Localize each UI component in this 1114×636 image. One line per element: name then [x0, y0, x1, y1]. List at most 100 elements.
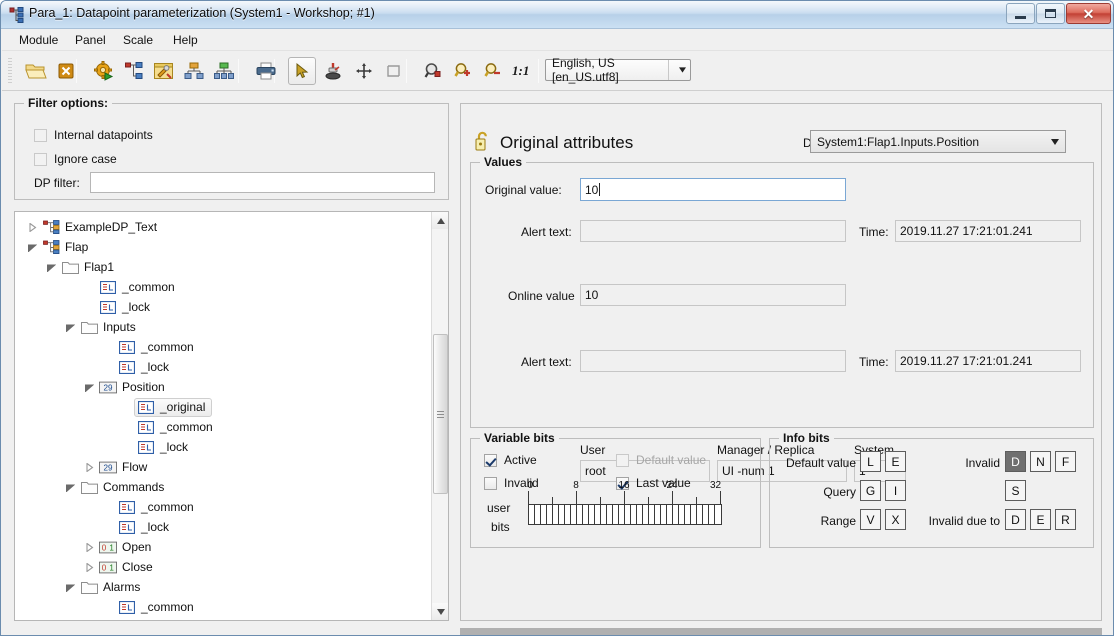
invalid-checkbox[interactable]: [484, 476, 497, 490]
crop-tool-button[interactable]: [380, 57, 408, 85]
tree-item-content[interactable]: 29 Flow: [96, 458, 154, 477]
tree-twisty-expanded-icon[interactable]: [63, 319, 77, 335]
tree-twisty-collapsed-icon[interactable]: [82, 459, 96, 475]
tree-item[interactable]: 29 Position: [82, 377, 172, 397]
internal-datapoints-checkbox-row[interactable]: Internal datapoints: [34, 128, 153, 142]
tree-item[interactable]: _common: [101, 337, 201, 357]
info-bit-due-R[interactable]: R: [1055, 509, 1076, 530]
select-tool-button[interactable]: [288, 57, 316, 85]
tree-twisty-expanded-icon[interactable]: [63, 579, 77, 595]
pan-tool-button[interactable]: [350, 57, 378, 85]
tree-twisty-expanded-icon[interactable]: [44, 259, 58, 275]
info-bit-invalid-D[interactable]: D: [1005, 451, 1026, 472]
tree-item[interactable]: Inputs: [63, 317, 143, 337]
tree-item[interactable]: _original: [120, 397, 213, 417]
ignore-case-checkbox-row[interactable]: Ignore case: [34, 152, 117, 166]
tree-item-content[interactable]: Commands: [77, 478, 171, 497]
tree-item[interactable]: _lock: [120, 437, 195, 457]
tree-item-content[interactable]: ExampleDP_Text: [39, 218, 164, 237]
tree-item[interactable]: _common: [101, 497, 201, 517]
tree-item-content[interactable]: Flap: [39, 238, 95, 257]
tree-twisty-collapsed-icon[interactable]: [82, 559, 96, 575]
default-value-checkbox-row[interactable]: Default value: [616, 453, 706, 467]
datapoint-tree[interactable]: ExampleDP_Text Flap Flap1 _common _lock …: [14, 211, 449, 621]
tree-item[interactable]: _lock: [101, 357, 176, 377]
menu-module[interactable]: Module: [12, 32, 65, 48]
tree-item[interactable]: _lock: [82, 297, 157, 317]
run-settings-button[interactable]: [90, 57, 118, 85]
dp-filter-input[interactable]: [90, 172, 435, 193]
online-alert-input[interactable]: [580, 350, 846, 372]
language-combo[interactable]: English, US [en_US.utf8]: [545, 56, 691, 84]
tree-item[interactable]: _common: [82, 277, 182, 297]
open-button[interactable]: [22, 57, 50, 85]
dp-type-button[interactable]: [180, 57, 208, 85]
tree-item[interactable]: Alarms: [63, 577, 147, 597]
zoom-in-button[interactable]: [449, 57, 477, 85]
info-bit-due-E[interactable]: E: [1030, 509, 1051, 530]
dpe-combo[interactable]: System1:Flap1.Inputs.Position: [810, 130, 1066, 153]
tree-item[interactable]: 0 1 Close: [82, 557, 160, 577]
info-bit-G[interactable]: G: [860, 480, 881, 501]
tree-item-content[interactable]: _common: [115, 338, 201, 357]
info-bit-invalid-N[interactable]: N: [1030, 451, 1051, 472]
minimize-button[interactable]: [1006, 3, 1035, 24]
tree-item-content[interactable]: 0 1 Open: [96, 538, 158, 557]
active-checkbox-row[interactable]: Active: [484, 453, 537, 467]
tree-item-content[interactable]: 0 1 Close: [96, 558, 160, 577]
scroll-up-button[interactable]: [432, 212, 448, 229]
tree-item-content[interactable]: _lock: [115, 518, 176, 537]
title-bar[interactable]: Para_1: Datapoint parameterization (Syst…: [1, 1, 1113, 29]
tree-item-content[interactable]: Flap1: [58, 258, 121, 277]
menu-scale[interactable]: Scale: [116, 32, 160, 48]
maximize-button[interactable]: [1036, 3, 1065, 24]
tree-item-content[interactable]: _original: [134, 397, 213, 417]
info-bit-V[interactable]: V: [860, 509, 881, 530]
tree-twisty-collapsed-icon[interactable]: [25, 219, 39, 235]
dp-group-button[interactable]: [210, 57, 238, 85]
ignore-case-checkbox[interactable]: [34, 152, 47, 166]
tree-item[interactable]: _common: [101, 597, 201, 617]
tree-item[interactable]: 29 Flow: [82, 457, 154, 477]
zoom-out-button[interactable]: [479, 57, 507, 85]
tree-twisty-collapsed-icon[interactable]: [82, 539, 96, 555]
tree-item-content[interactable]: _lock: [134, 438, 195, 457]
scroll-down-button[interactable]: [432, 603, 448, 620]
active-checkbox[interactable]: [484, 453, 497, 467]
tree-item-content[interactable]: _lock: [96, 298, 157, 317]
zoom-area-button[interactable]: [419, 57, 447, 85]
tree-item-content[interactable]: _lock: [115, 358, 176, 377]
user-bit-cell[interactable]: [715, 505, 721, 524]
tree-item[interactable]: _lock: [101, 517, 176, 537]
scrollbar-thumb[interactable]: [433, 334, 448, 494]
tree-item-content[interactable]: 29 Position: [96, 378, 172, 397]
tree-item[interactable]: Commands: [63, 477, 171, 497]
info-bit-due-D[interactable]: D: [1005, 509, 1026, 530]
tree-item[interactable]: Flap1: [44, 257, 121, 277]
tree-item[interactable]: ExampleDP_Text: [25, 217, 164, 237]
tree-vertical-scrollbar[interactable]: [431, 212, 448, 620]
menu-panel[interactable]: Panel: [68, 32, 113, 48]
user-bits-ruler[interactable]: 0 8 16 24 32: [527, 480, 722, 525]
tree-item-content[interactable]: Inputs: [77, 318, 143, 337]
info-bit-I[interactable]: I: [885, 480, 906, 501]
close-button[interactable]: ✕: [1066, 3, 1111, 24]
tree-item-content[interactable]: _common: [96, 278, 182, 297]
info-bit-E[interactable]: E: [885, 451, 906, 472]
tree-twisty-expanded-icon[interactable]: [63, 479, 77, 495]
tree-item-content[interactable]: Alarms: [77, 578, 147, 597]
internal-datapoints-checkbox[interactable]: [34, 128, 47, 142]
tree-item-content[interactable]: _common: [134, 418, 220, 437]
paint-tool-button[interactable]: [320, 57, 348, 85]
datapoint-button[interactable]: [120, 57, 148, 85]
original-alert-input[interactable]: [580, 220, 846, 242]
menu-help[interactable]: Help: [166, 32, 205, 48]
tree-item[interactable]: Flap: [25, 237, 95, 257]
user-bits-cells[interactable]: [528, 504, 722, 525]
close-dp-button[interactable]: [52, 57, 80, 85]
tree-twisty-expanded-icon[interactable]: [82, 379, 96, 395]
info-bit-L[interactable]: L: [860, 451, 881, 472]
info-bit-S[interactable]: S: [1005, 480, 1026, 501]
info-bit-invalid-F[interactable]: F: [1055, 451, 1076, 472]
tree-item[interactable]: 0 1 Open: [82, 537, 158, 557]
